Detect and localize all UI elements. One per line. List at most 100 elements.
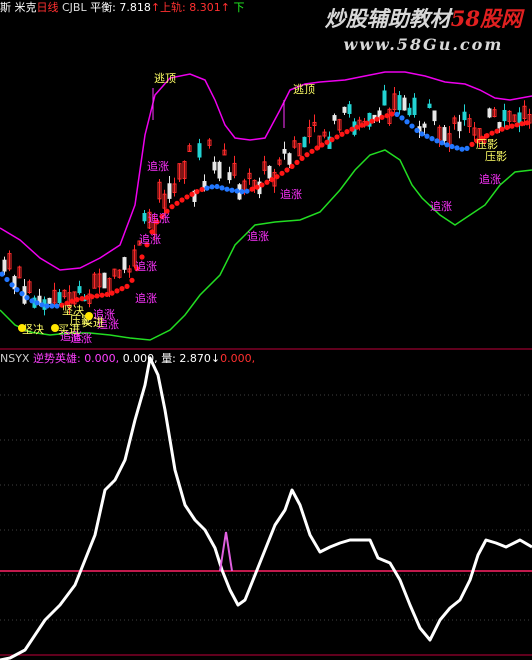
trend-dot xyxy=(514,122,520,128)
trend-dot xyxy=(49,303,55,309)
candle-body xyxy=(342,106,347,113)
trend-dot xyxy=(354,124,360,130)
trend-dot xyxy=(324,139,330,145)
trend-dot xyxy=(469,141,475,147)
candle-body xyxy=(282,148,287,154)
trend-dot xyxy=(219,185,225,191)
candle-body xyxy=(502,109,507,122)
trend-dot xyxy=(89,294,95,300)
chart-canvas[interactable]: 逃顶逃顶追涨追涨追涨追涨追涨追涨追涨追涨追涨追涨追涨追涨压影压影坚决买进坚决 买进… xyxy=(0,0,532,660)
trend-dot xyxy=(464,145,470,151)
trend-dot xyxy=(0,271,5,277)
candle-body xyxy=(382,90,387,106)
candle-body xyxy=(432,110,437,122)
trend-dot xyxy=(239,189,245,195)
candle-body xyxy=(427,103,432,109)
trend-dot xyxy=(34,300,40,306)
trend-dot xyxy=(494,128,500,134)
trend-dot xyxy=(519,121,525,127)
trend-dot xyxy=(304,152,310,158)
candle-body xyxy=(407,107,412,116)
trend-dot xyxy=(309,148,315,154)
trend-dot xyxy=(249,186,255,192)
candle-body xyxy=(347,104,352,114)
trend-dot xyxy=(274,174,280,180)
trend-dot xyxy=(294,159,300,165)
candle-body xyxy=(302,136,307,148)
trend-dot xyxy=(169,204,175,210)
trend-dot xyxy=(394,111,400,117)
trend-dot xyxy=(334,134,340,140)
trend-dot xyxy=(299,155,305,161)
trend-dot xyxy=(489,130,495,136)
candle-body xyxy=(402,97,407,111)
signal-label: 压影 xyxy=(485,150,507,163)
candle-body xyxy=(212,161,217,171)
trend-dot xyxy=(39,302,45,308)
hero-label: 逆势英雄: xyxy=(32,352,81,365)
candle-body xyxy=(2,259,7,272)
trend-dot xyxy=(414,127,420,133)
hero-value-3: 0.000, xyxy=(220,352,256,365)
trend-dot xyxy=(244,188,250,194)
trend-dot xyxy=(284,167,290,173)
trend-dot xyxy=(129,277,135,283)
candle-body xyxy=(102,272,107,289)
trend-dot xyxy=(9,282,15,288)
trend-dot xyxy=(214,183,220,190)
trend-dot xyxy=(444,142,450,148)
down-arrow-icon: ↓ xyxy=(210,352,221,365)
hero-value-1: 0.000, xyxy=(84,352,120,365)
trend-dot xyxy=(19,291,25,297)
trend-dot xyxy=(329,137,335,143)
trend-dot xyxy=(374,116,380,122)
trend-dot xyxy=(269,177,275,183)
candle-body xyxy=(267,165,272,179)
trend-dot xyxy=(209,184,215,190)
candle-body xyxy=(287,153,292,165)
trend-dot xyxy=(279,170,285,176)
trend-dot xyxy=(139,254,145,260)
trend-dot xyxy=(54,303,60,309)
signal-label: 压影 xyxy=(476,138,498,151)
trend-dot xyxy=(114,288,120,294)
signal-label: 追涨 xyxy=(280,187,302,201)
trend-dot xyxy=(509,123,515,129)
sub-indicator-header: NSYX 逆势英雄: 0.000, 0.000, 量: 2.870↓0.000, xyxy=(0,351,532,367)
trend-dot xyxy=(199,186,205,193)
signal-label: 追涨 xyxy=(148,211,170,225)
trend-dot xyxy=(184,194,190,200)
trend-dot xyxy=(404,119,410,125)
trend-dot xyxy=(4,276,10,283)
signal-label: 逃顶 xyxy=(154,72,176,85)
candle-body xyxy=(47,297,52,304)
trend-dot xyxy=(454,145,460,151)
trend-dot xyxy=(254,184,260,190)
trend-dot xyxy=(259,182,265,188)
trend-dot xyxy=(434,138,440,144)
trend-dot xyxy=(84,295,90,301)
trend-dot xyxy=(349,126,355,132)
trend-dot xyxy=(229,187,235,193)
candle-body xyxy=(487,108,492,118)
trend-dot xyxy=(79,296,85,302)
oscillator-spike xyxy=(219,531,233,572)
trend-dot xyxy=(499,126,505,132)
trend-dot xyxy=(409,123,415,129)
trend-dot xyxy=(344,129,350,135)
candle-body xyxy=(442,127,447,141)
trend-dot xyxy=(224,186,230,192)
signal-label: 追涨 xyxy=(430,199,452,213)
trend-dot xyxy=(459,146,465,152)
volume-value: 2.870 xyxy=(179,352,211,365)
oscillator-line xyxy=(0,356,532,660)
trend-dot xyxy=(429,136,435,142)
trend-dot xyxy=(99,292,105,298)
signal-label: 追涨 xyxy=(135,259,157,273)
trend-dot xyxy=(104,291,110,298)
trend-dot xyxy=(424,133,430,139)
signal-label: 追涨 xyxy=(70,331,92,345)
trend-dot xyxy=(359,122,365,128)
trend-dot xyxy=(189,191,195,197)
trend-dot xyxy=(264,179,270,185)
